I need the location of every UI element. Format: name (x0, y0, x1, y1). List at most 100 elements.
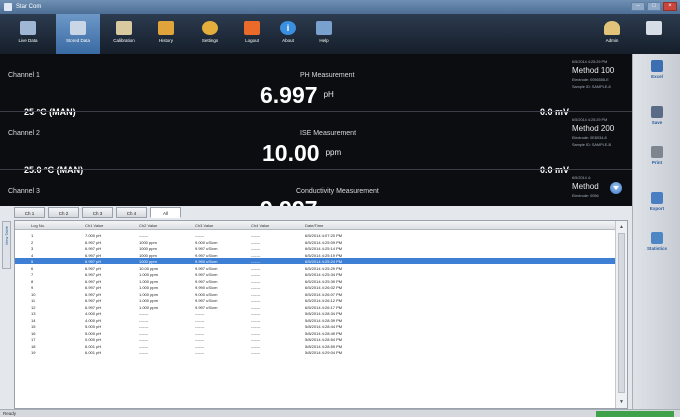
table-row[interactable]: 5 6.997 pH 1000 ppm 9.990 uS/cm ------- 6/5/2… (15, 258, 615, 264)
tab-ch4[interactable]: Ch 4 (116, 207, 147, 218)
help-button[interactable]: Help (302, 14, 346, 54)
table-cell: 6/5/2014 4:25:24 PM (305, 259, 343, 264)
table-cell: 9.997 uS/cm (195, 265, 218, 271)
settings-button[interactable]: Settings (188, 14, 232, 54)
table-cell: ------- (139, 317, 149, 323)
column-header[interactable]: Date/Time (305, 223, 323, 228)
print-button[interactable]: Print (633, 146, 680, 165)
table-row[interactable]: 1 7.000 pH ------- ------- ------- 6/5/2014 4… (15, 232, 615, 238)
table-row[interactable]: 12 6.997 pH 1.000 ppm 9.997 uS/cm ------- 6/5… (15, 304, 615, 310)
phone-button[interactable] (632, 14, 676, 54)
export-button[interactable]: Export (633, 192, 680, 211)
table-row[interactable]: 2 6.997 pH 1000 ppm 9.000 uS/cm ------- 6/5/2… (15, 239, 615, 245)
table-cell: 4.000 pH (85, 311, 102, 316)
table-row[interactable]: 7 6.997 pH 1.000 ppm 9.997 uS/cm ------- 6/5/… (15, 271, 615, 277)
window-title: Star Com (16, 4, 42, 10)
channel-method: Method (572, 182, 599, 191)
measurement-unit: ppm (325, 148, 342, 157)
table-cell: 6.997 pH (85, 239, 102, 245)
log-table: Log No. Ch1 Value Ch2 Value Ch3 Value Ch4 Va… (14, 220, 628, 409)
status-indicator (596, 411, 674, 417)
admin-button[interactable]: Admin (590, 14, 634, 54)
table-row[interactable]: 6 6.997 pH 10.00 ppm 9.997 uS/cm ------- 6/5/… (15, 265, 615, 271)
table-cell: 1000 ppm (139, 246, 157, 251)
column-header[interactable]: Ch2 Value (139, 223, 157, 228)
table-row[interactable]: 8 6.997 pH 1.000 ppm 9.997 uS/cm ------- 6/5/… (15, 278, 615, 284)
scrollbar-thumb[interactable] (618, 233, 625, 393)
tab-ch2[interactable]: Ch 2 (48, 207, 79, 218)
table-cell: 6/5/2014 4:25:34 PM (305, 272, 343, 277)
table-cell: ------- (251, 350, 261, 355)
table-cell: 6.997 pH (85, 304, 102, 310)
table-row[interactable]: 10 6.997 pH 1.000 ppm 9.000 uS/cm ------- 6/5… (15, 291, 615, 297)
table-cell: 2 (31, 239, 34, 245)
table-row[interactable]: 19 6.001 pH ------- ------- ------- 5/8/2014 … (15, 349, 615, 355)
table-cell: 6 (31, 265, 34, 271)
channel-electrode: Electrode: 0E8034-8 (572, 136, 607, 140)
column-header[interactable]: Log No. (31, 223, 45, 228)
table-cell: 9.997 uS/cm (195, 252, 218, 258)
table-cell: 9.000 uS/cm (195, 291, 218, 297)
history-button[interactable]: History (144, 14, 188, 54)
main-toolbar: Live Data Stored Data Calibration Histor… (0, 14, 680, 54)
stored-data-button[interactable]: Stored Data (56, 14, 100, 54)
table-cell: ------- (195, 317, 205, 323)
table-row[interactable]: 13 4.000 pH ------- ------- ------- 5/8/2014 … (15, 310, 615, 316)
column-header[interactable]: Ch3 Value (195, 223, 213, 228)
table-row[interactable]: 18 6.001 pH ------- ------- ------- 5/8/2014 … (15, 343, 615, 349)
table-cell: 6.997 pH (85, 298, 102, 303)
status-text: Ready (3, 411, 17, 416)
table-cell: 4 (31, 252, 34, 258)
scroll-up-arrow-icon[interactable]: ▲ (618, 223, 625, 231)
excel-button[interactable]: Excel (633, 60, 680, 79)
live-data-button[interactable]: Live Data (6, 14, 50, 54)
table-cell: 9.990 uS/cm (195, 259, 218, 264)
calibration-icon (116, 21, 132, 35)
table-cell: 5/8/2014 4:28:59 PM (305, 343, 343, 349)
table-cell: 6.997 pH (85, 291, 102, 297)
table-cell: 5/8/2014 4:28:44 PM (305, 324, 343, 329)
view-table-side-tab[interactable]: View Table (2, 221, 11, 269)
column-header[interactable]: Ch4 Value (251, 223, 269, 228)
table-cell: 6.001 pH (85, 350, 102, 355)
table-cell: 6.997 pH (85, 259, 102, 264)
scroll-down-arrow-icon[interactable]: ▼ (618, 398, 625, 406)
table-row[interactable]: 14 4.000 pH ------- ------- ------- 5/8/2014 … (15, 317, 615, 323)
table-cell: ------- (195, 337, 205, 342)
tab-ch1[interactable]: Ch 1 (14, 207, 45, 218)
statistics-button[interactable]: Statistics (633, 232, 680, 251)
table-row[interactable]: 9 6.997 pH 1.000 ppm 9.990 uS/cm ------- 6/5/… (15, 284, 615, 290)
calibration-button[interactable]: Calibration (102, 14, 146, 54)
table-cell: 5.000 pH (85, 324, 102, 329)
table-row[interactable]: 3 6.997 pH 1000 ppm 9.997 uS/cm ------- 6/5/2… (15, 245, 615, 251)
table-cell: 9.997 uS/cm (195, 304, 218, 310)
save-button[interactable]: Save (633, 106, 680, 125)
table-cell: 1.000 ppm (139, 278, 158, 284)
table-cell: 7.000 pH (85, 233, 102, 238)
table-cell: 6.997 pH (85, 265, 102, 271)
channel-timestamp: 6/5/2014 4: (572, 176, 592, 180)
excel-icon (651, 60, 663, 72)
table-row[interactable]: 11 6.997 pH 1.000 ppm 9.997 uS/cm ------- 6/5… (15, 297, 615, 303)
table-row[interactable]: 16 5.000 pH ------- ------- ------- 5/8/2014 … (15, 330, 615, 336)
column-header[interactable]: Ch1 Value (85, 223, 103, 228)
table-cell: 5/8/2014 4:28:39 PM (305, 317, 343, 323)
table-cell: ------- (195, 330, 205, 336)
live-data-icon (20, 21, 36, 35)
channel-tabs: Ch 1 Ch 2 Ch 3 Ch 4 All (14, 207, 184, 219)
channel-method: Method 100 (572, 66, 615, 75)
table-cell: 9.997 uS/cm (195, 298, 218, 303)
maximize-button[interactable]: □ (647, 2, 661, 11)
vertical-scrollbar[interactable]: ▲ ▼ (615, 221, 627, 408)
table-row[interactable]: 17 0.000 pH ------- ------- ------- 5/8/2014 … (15, 336, 615, 342)
close-button[interactable]: × (663, 2, 677, 11)
table-cell: ------- (251, 298, 261, 303)
table-row[interactable]: 15 5.000 pH ------- ------- ------- 5/8/2014 … (15, 323, 615, 329)
table-cell: ------- (251, 259, 261, 264)
tab-ch3[interactable]: Ch 3 (82, 207, 113, 218)
table-cell: 12 (31, 304, 36, 310)
minimize-button[interactable]: – (631, 2, 645, 11)
tab-all[interactable]: All (150, 207, 181, 218)
table-row[interactable]: 4 6.997 pH 1000 ppm 9.997 uS/cm ------- 6/5/2… (15, 252, 615, 258)
scroll-down-icon[interactable] (610, 182, 622, 194)
